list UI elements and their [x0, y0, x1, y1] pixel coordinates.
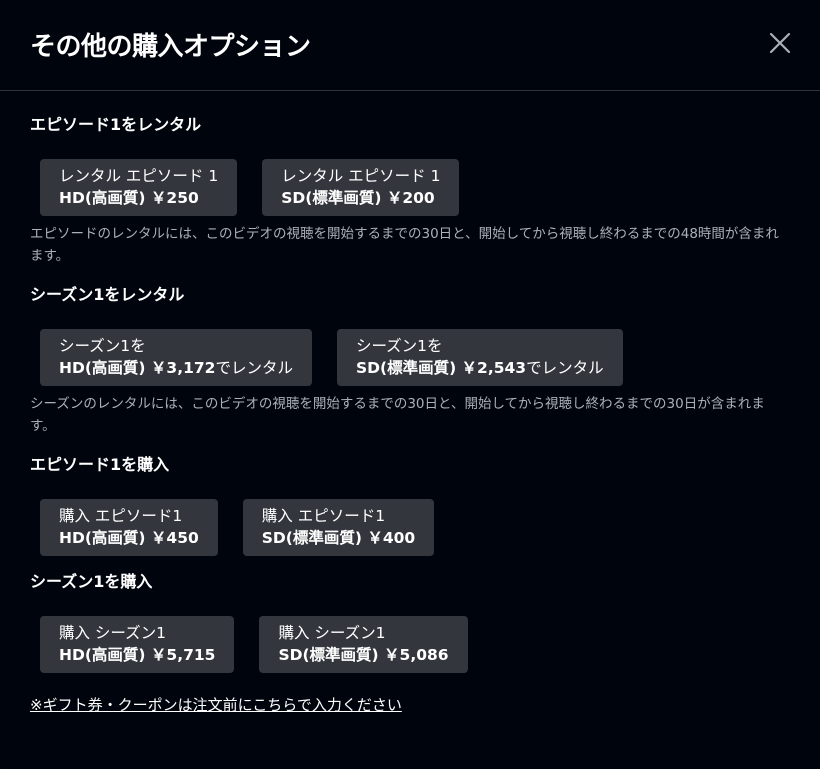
option-price-text: SD(標準画質) ￥5,086	[278, 646, 449, 664]
option-price: HD(高画質) ￥250	[59, 187, 218, 209]
buy-episode-options: 購入 エピソード1 HD(高画質) ￥450 購入 エピソード1 SD(標準画質…	[40, 499, 790, 556]
gift-coupon-link[interactable]: ※ギフト券・クーポンは注文前にこちらで入力ください	[30, 694, 402, 716]
option-price-text: SD(標準画質) ￥2,543	[355, 359, 527, 377]
option-label: 購入 シーズン1	[59, 624, 167, 642]
buy-season-hd-button[interactable]: 購入 シーズン1 HD(高画質) ￥5,715	[40, 616, 235, 673]
option-label: シーズン1を	[59, 337, 146, 355]
dialog-body: エピソード1をレンタル レンタル エピソード 1 HD(高画質) ￥250 レン…	[0, 91, 820, 716]
option-price: HD(高画質) ￥3,172でレンタル	[59, 357, 293, 379]
option-label: 購入 エピソード1	[261, 507, 386, 525]
option-price-text: HD(高画質) ￥250	[59, 189, 199, 207]
option-price: SD(標準画質) ￥200	[281, 187, 440, 209]
buy-episode-hd-button[interactable]: 購入 エピソード1 HD(高画質) ￥450	[40, 499, 218, 556]
option-suffix: でレンタル	[526, 359, 604, 377]
option-price: SD(標準画質) ￥400	[262, 527, 415, 549]
option-price: SD(標準画質) ￥2,543でレンタル	[356, 357, 604, 379]
rent-episode-note: エピソードのレンタルには、このビデオの視聴を開始するまでの30日と、開始してから…	[30, 226, 779, 264]
option-price-text: SD(標準画質) ￥400	[261, 529, 416, 547]
section-title-buy-season: シーズン1を購入	[30, 572, 153, 591]
option-price: HD(高画質) ￥450	[59, 527, 199, 549]
rent-season-options: シーズン1を HD(高画質) ￥3,172でレンタル シーズン1を SD(標準画…	[40, 329, 790, 386]
option-price-text: HD(高画質) ￥3,172	[59, 359, 216, 377]
buy-season-sd-button[interactable]: 購入 シーズン1 SD(標準画質) ￥5,086	[259, 616, 468, 673]
option-label: 購入 エピソード1	[59, 507, 183, 525]
rent-season-note: シーズンのレンタルには、このビデオの視聴を開始するまでの30日と、開始してから視…	[30, 396, 765, 434]
option-label: レンタル エピソード 1	[59, 167, 219, 185]
option-label: レンタル エピソード 1	[281, 167, 441, 185]
option-suffix: でレンタル	[215, 359, 293, 377]
option-price: SD(標準画質) ￥5,086	[278, 644, 448, 666]
section-title-buy-episode: エピソード1を購入	[30, 455, 170, 474]
dialog-title: その他の購入オプション	[30, 31, 311, 62]
rent-episode-sd-button[interactable]: レンタル エピソード 1 SD(標準画質) ￥200	[262, 159, 460, 216]
option-price: HD(高画質) ￥5,715	[59, 644, 215, 666]
rent-season-sd-button[interactable]: シーズン1を SD(標準画質) ￥2,543でレンタル	[336, 329, 623, 386]
option-label: シーズン1を	[355, 337, 443, 355]
option-price-text: HD(高画質) ￥5,715	[59, 646, 216, 664]
section-title-rent-season: シーズン1をレンタル	[30, 285, 185, 304]
rent-season-hd-button[interactable]: シーズン1を HD(高画質) ￥3,172でレンタル	[40, 329, 312, 386]
close-button[interactable]	[760, 23, 800, 63]
option-price-text: HD(高画質) ￥450	[59, 529, 199, 547]
rent-episode-hd-button[interactable]: レンタル エピソード 1 HD(高画質) ￥250	[40, 159, 238, 216]
dialog-header: その他の購入オプション	[0, 0, 820, 91]
buy-episode-sd-button[interactable]: 購入 エピソード1 SD(標準画質) ￥400	[242, 499, 435, 556]
option-label: 購入 シーズン1	[278, 624, 386, 642]
rent-episode-options: レンタル エピソード 1 HD(高画質) ￥250 レンタル エピソード 1 S…	[40, 159, 790, 216]
purchase-options-dialog: その他の購入オプション エピソード1をレンタル レンタル エピソード 1 HD(…	[0, 0, 820, 769]
buy-season-options: 購入 シーズン1 HD(高画質) ￥5,715 購入 シーズン1 SD(標準画質…	[40, 616, 790, 673]
section-title-rent-episode: エピソード1をレンタル	[30, 115, 202, 134]
option-price-text: SD(標準画質) ￥200	[281, 189, 435, 207]
close-icon	[769, 32, 791, 54]
